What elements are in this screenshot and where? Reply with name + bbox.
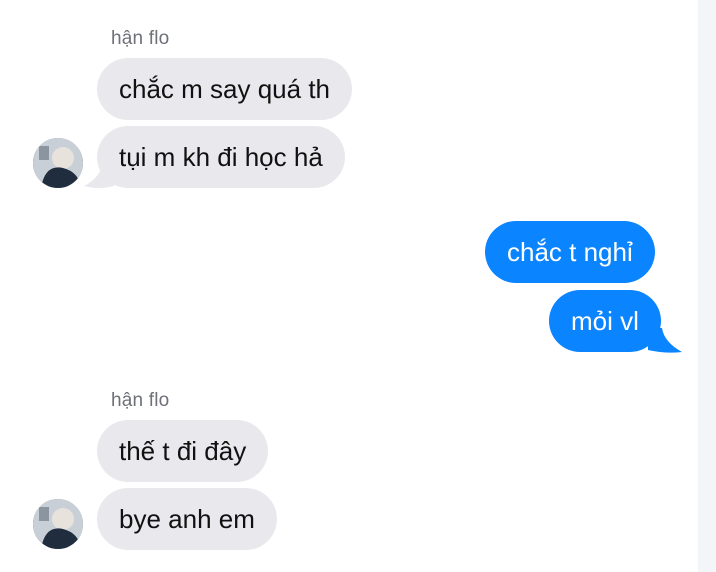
message-text: chắc t nghỉ [507, 236, 633, 267]
outgoing-bubble-tail [648, 328, 682, 353]
sender-name: hận flo [111, 28, 170, 49]
message-text: bye anh em [119, 503, 255, 534]
profile-photo-icon [33, 499, 83, 549]
incoming-message[interactable]: bye anh em [97, 488, 277, 550]
scrollbar-track[interactable] [698, 0, 716, 572]
avatar[interactable] [33, 138, 83, 188]
avatar[interactable] [33, 499, 83, 549]
message-text: thế t đi đây [119, 435, 247, 466]
incoming-bubble-tail [84, 164, 114, 188]
outgoing-message[interactable]: chắc t nghỉ [485, 221, 655, 283]
sender-name: hận flo [111, 390, 170, 411]
message-text: mỏi vl [571, 305, 639, 336]
profile-photo-icon [33, 138, 83, 188]
incoming-message[interactable]: chắc m say quá th [97, 58, 352, 120]
outgoing-message[interactable]: mỏi vl [549, 290, 661, 352]
message-text: chắc m say quá th [119, 73, 330, 104]
incoming-message[interactable]: thế t đi đây [97, 420, 269, 482]
message-text: tụi m kh đi học hả [119, 141, 323, 172]
incoming-message[interactable]: tụi m kh đi học hả [97, 126, 345, 188]
